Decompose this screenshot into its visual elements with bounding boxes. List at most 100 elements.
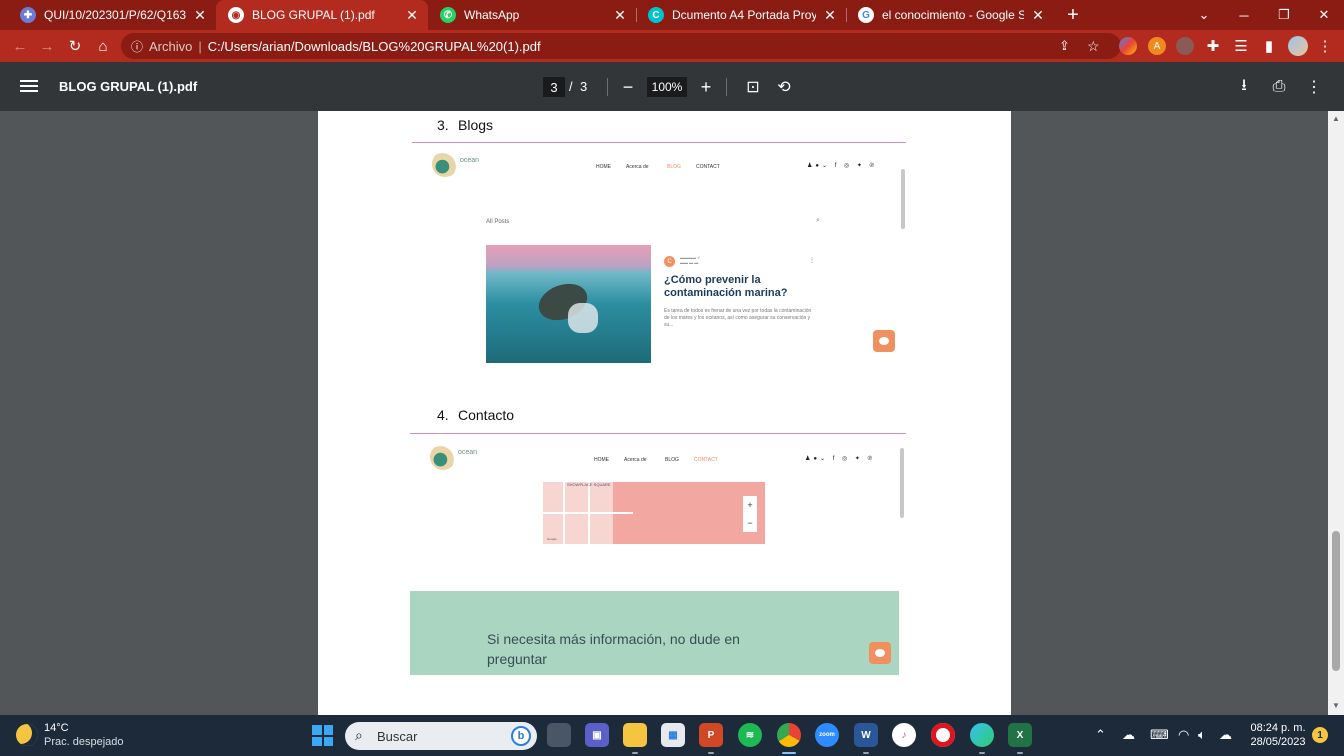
tab-qui[interactable]: ✚ QUI/10/202301/P/62/Q163/Q16 ✕ <box>8 0 216 30</box>
tray-chevron-icon[interactable]: ⌃ <box>1095 727 1106 743</box>
spotify-icon[interactable]: ≋ <box>738 723 762 747</box>
contact-footer-band: Si necesita más información, no dude en … <box>410 591 899 675</box>
site-nav-about: Acerca de <box>626 164 649 170</box>
weather-desc[interactable]: Prac. despejado <box>44 736 124 748</box>
wifi-icon[interactable]: ◠ <box>1178 727 1189 743</box>
system-clock[interactable]: 08:24 p. m. 28/05/2023 <box>1240 721 1316 749</box>
tab-title: WhatsApp <box>464 8 520 22</box>
address-bar[interactable]: ⓘ Archivo | C:/Users/arian/Downloads/BLO… <box>121 33 1121 59</box>
store-icon[interactable]: ▦ <box>661 723 685 747</box>
scrollbar-thumb[interactable] <box>1332 531 1340 671</box>
scroll-down-arrow[interactable]: ▼ <box>1332 701 1340 710</box>
viewer-scrollbar[interactable]: ▲ ▼ <box>1328 111 1344 715</box>
share-icon[interactable]: ⇪ <box>1059 38 1070 54</box>
close-window-button[interactable]: ✕ <box>1304 0 1344 30</box>
hamburger-menu-icon[interactable] <box>20 77 38 95</box>
extensions-puzzle-icon[interactable]: ✚ <box>1201 34 1225 58</box>
fit-to-page-icon[interactable]: ⊡ <box>742 76 764 98</box>
profile-avatar[interactable] <box>1288 36 1308 56</box>
rotate-icon[interactable]: ⟲ <box>773 76 795 98</box>
whatsapp-icon: ✆ <box>440 7 456 23</box>
power-cloud-icon[interactable]: ☁ <box>1219 727 1232 743</box>
minimize-button[interactable]: ─ <box>1224 0 1264 30</box>
word-icon[interactable]: W <box>854 723 878 747</box>
zoom-level-input[interactable]: 100% <box>647 77 687 97</box>
bing-icon[interactable]: b <box>511 726 531 746</box>
edge-icon[interactable] <box>970 723 994 747</box>
new-tab-button[interactable]: + <box>1062 0 1084 30</box>
page-separator: / <box>569 79 573 94</box>
chrome-icon[interactable] <box>777 723 801 747</box>
mini-scrollbar <box>900 448 904 518</box>
toolbar-divider <box>726 78 727 96</box>
post-excerpt: Es tarea de todos es frenar de una vez p… <box>664 308 812 328</box>
download-icon[interactable]: ⭳ <box>1233 76 1255 98</box>
reading-list-icon[interactable]: ☰ <box>1229 34 1253 58</box>
page-number-input[interactable]: 3 <box>543 77 565 97</box>
excel-icon[interactable]: X <box>1008 723 1032 747</box>
pdf-viewer-area[interactable]: 3. Blogs ocean HOME Acerca de BLOG CONTA… <box>0 111 1328 715</box>
running-indicator <box>979 752 985 754</box>
keyboard-icon[interactable]: ⌨ <box>1150 727 1169 743</box>
ocean-logo-icon <box>432 151 458 177</box>
powerpoint-icon[interactable]: P <box>699 723 723 747</box>
browser-menu-icon[interactable]: ⋮ <box>1313 34 1337 58</box>
bookmark-star-icon[interactable]: ☆ <box>1087 38 1100 55</box>
tab-blog-pdf[interactable]: ◉ BLOG GRUPAL (1).pdf ✕ <box>216 0 428 30</box>
more-options-icon[interactable]: ⋮ <box>1303 76 1325 98</box>
google-icon: G <box>858 7 874 23</box>
clock-time: 08:24 p. m. <box>1250 722 1306 734</box>
onedrive-icon[interactable]: ☁ <box>1122 727 1135 743</box>
volume-icon[interactable]: 🔈︎ <box>1198 727 1206 743</box>
site-nav-contact: CONTACT <box>696 164 720 170</box>
task-view-icon[interactable] <box>547 723 571 747</box>
back-button[interactable]: ← <box>8 34 32 58</box>
close-icon[interactable]: ✕ <box>822 7 838 24</box>
section-heading-contacto: Contacto <box>458 407 515 423</box>
close-icon[interactable]: ✕ <box>404 7 420 24</box>
itunes-icon[interactable]: ♪ <box>892 723 916 747</box>
tab-google-search[interactable]: G el conocimiento - Google Search ✕ <box>846 0 1054 30</box>
extension-gray-icon[interactable] <box>1176 37 1194 55</box>
taskbar-search[interactable]: ⌕ Buscar b <box>345 722 537 750</box>
windows-start-icon[interactable] <box>312 725 333 746</box>
map-place-label: SHOWPLACE SQUARE <box>567 482 611 487</box>
teams-icon[interactable]: ▣ <box>585 723 609 747</box>
extension-orange-icon[interactable]: A <box>1148 37 1166 55</box>
weather-temp[interactable]: 14°C <box>44 722 69 734</box>
notification-badge[interactable]: 1 <box>1312 727 1328 743</box>
moon-weather-icon[interactable] <box>16 724 38 746</box>
close-icon[interactable]: ✕ <box>1030 7 1046 24</box>
forward-button[interactable]: → <box>35 34 59 58</box>
scroll-up-arrow[interactable]: ▲ <box>1332 114 1340 123</box>
site-nav-blog: BLOG <box>667 164 681 170</box>
tab-search-chevron-icon[interactable]: ⌄ <box>1184 0 1224 30</box>
tab-whatsapp[interactable]: ✆ WhatsApp ✕ <box>428 0 636 30</box>
globe-icon: ◉ <box>228 7 244 23</box>
zoom-out-button[interactable]: − <box>617 76 639 98</box>
mini-scrollbar <box>901 169 905 229</box>
site-logo-text: ocean <box>458 449 478 456</box>
site-nav-contact: CONTACT <box>694 457 718 463</box>
browser-toolbar: ← → ↻ ⌂ ⓘ Archivo | C:/Users/arian/Downl… <box>0 30 1344 62</box>
ocean-logo-icon <box>430 444 456 470</box>
opera-icon[interactable] <box>931 723 955 747</box>
side-panel-icon[interactable]: ▮ <box>1257 34 1281 58</box>
print-icon[interactable]: ⎙ <box>1268 76 1290 98</box>
reload-button[interactable]: ↻ <box>63 34 87 58</box>
chat-bubble-icon <box>869 642 891 664</box>
restore-button[interactable]: ❐ <box>1264 0 1304 30</box>
extension-colorful-icon[interactable] <box>1119 37 1137 55</box>
site-social-icons: ♟●⌄ f ◎ ✦ ℗ <box>805 456 876 462</box>
file-explorer-icon[interactable] <box>623 723 647 747</box>
zoom-in-button[interactable]: + <box>695 76 717 98</box>
close-icon[interactable]: ✕ <box>192 7 208 24</box>
zoom-icon[interactable]: zoom <box>815 723 839 747</box>
site-social-icons: ♟●⌄ f ◎ ✦ ℗ <box>807 163 878 169</box>
author-meta: ▬▬▬▬ ✔ ▬▬ ▬ ▬ <box>680 255 701 265</box>
close-icon[interactable]: ✕ <box>612 7 628 24</box>
search-icon: ⌕ <box>355 727 363 743</box>
info-icon[interactable]: ⓘ <box>131 38 143 55</box>
home-button[interactable]: ⌂ <box>91 34 115 58</box>
tab-canva[interactable]: C Dcumento A4 Portada Proyecto I ✕ <box>636 0 846 30</box>
